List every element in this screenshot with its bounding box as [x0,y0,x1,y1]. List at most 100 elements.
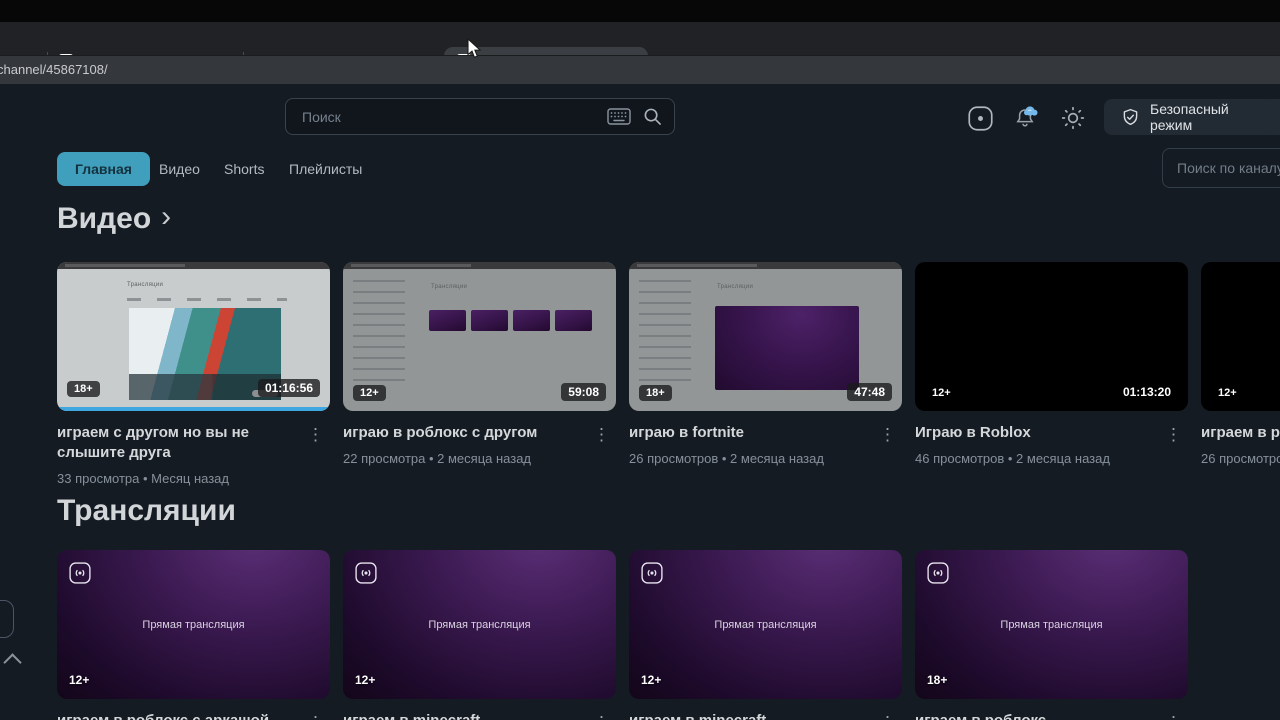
stream-thumbnail[interactable]: Прямая трансляция 12+ [629,550,902,699]
video-thumbnail[interactable]: Трансляции 18+ 47:48 [629,262,902,411]
browser-tab-bar: × R Трансляции × S Трансляции - Студия R… [0,22,1280,77]
record-square-icon[interactable] [966,104,994,132]
stream-overlay-label: Прямая трансляция [714,618,817,631]
edge-widget-button[interactable] [0,600,14,638]
age-badge: 12+ [353,385,386,401]
live-broadcast-icon [641,562,663,584]
mock-tabs [127,298,287,301]
stream-title[interactable]: играем в роблокс с аркашой [57,711,295,720]
video-card: Трансляции 12+ 59:08 играю в роблокс с д… [343,262,616,466]
kebab-menu-icon[interactable]: ⋮ [879,714,896,720]
screen: × R Трансляции × S Трансляции - Студия R… [0,0,1280,720]
mock-stream-preview [715,306,859,390]
thumb-micro-text: Трансляции [127,282,164,288]
mock-browser-strip [343,262,616,269]
kebab-menu-icon[interactable]: ⋮ [1165,426,1182,443]
shield-check-icon [1120,107,1141,128]
mock-stream-grid [429,310,592,331]
thumb-micro-text: Трансляции [717,284,754,290]
channel-tab-playlists[interactable]: Плейлисты [271,152,380,186]
channel-tab-glavnaya[interactable]: Главная [57,152,150,186]
mouse-cursor [467,38,482,59]
mock-sidebar [353,280,405,390]
channel-search-input[interactable] [1163,149,1280,187]
browser-address-bar[interactable]: channel/45867108/ [0,55,1280,84]
mock-browser-strip [57,262,330,269]
duration-badge: 01:16:56 [257,379,320,397]
video-card: 12+ играем в ро 26 просмотро [1201,262,1280,466]
safe-mode-button[interactable]: Безопасный режим [1104,99,1280,135]
live-broadcast-icon [355,562,377,584]
age-badge: 12+ [1218,387,1237,399]
chevron-up-icon[interactable] [3,653,22,672]
kebab-menu-icon[interactable]: ⋮ [307,714,324,720]
section-streams-heading: Трансляции [57,494,236,528]
header-partial-button[interactable] [1262,99,1280,135]
stream-overlay-label: Прямая трансляция [142,618,245,631]
video-thumbnail[interactable]: Трансляции 12+ 59:08 [343,262,616,411]
stream-card: Прямая трансляция 12+ играем в minecraft… [629,550,902,720]
kebab-menu-icon[interactable]: ⋮ [879,426,896,443]
age-badge: 18+ [67,381,100,397]
video-title[interactable]: играю в роблокс с другом [343,423,581,443]
theme-sun-icon[interactable] [1059,104,1086,131]
stream-title[interactable]: играем в роблокс [915,711,1153,720]
age-badge: 12+ [932,387,951,399]
video-card: 12+ 01:13:20 Играю в Roblox 46 просмотро… [915,262,1188,466]
window-top-strip [0,0,1280,22]
video-meta: 26 просмотро [1201,451,1280,466]
video-card: Трансляции 18+ 47:48 играю в fortnite 26… [629,262,902,466]
channel-search[interactable] [1162,148,1280,188]
stream-overlay-label: Прямая трансляция [1000,618,1103,631]
video-title[interactable]: Играю в Roblox [915,423,1153,443]
video-meta: 26 просмотров • 2 месяца назад [629,451,824,466]
search-icon[interactable] [643,107,662,126]
video-thumbnail[interactable]: 12+ [1201,262,1280,411]
mock-browser-strip [629,262,902,269]
chevron-right-icon[interactable]: › [161,200,171,234]
video-meta: 33 просмотра • Месяц назад [57,471,229,486]
video-thumbnail[interactable]: Трансляции 18+ 01:16:56 [57,262,330,411]
keyboard-icon[interactable] [607,108,631,125]
section-title: Трансляции [57,494,236,527]
rutube-page: Безопасный режим Главная Видео Shorts Пл… [0,84,1280,720]
video-title[interactable]: играем с другом но вы не слышите друга [57,423,295,463]
mock-sidebar [639,280,691,390]
video-title[interactable]: играем в ро [1201,423,1280,443]
age-badge: 12+ [355,673,376,687]
age-badge: 12+ [641,673,662,687]
stream-thumbnail[interactable]: Прямая трансляция 12+ [57,550,330,699]
notifications-bell-icon[interactable] [1012,104,1042,132]
video-thumbnail[interactable]: 12+ 01:13:20 [915,262,1188,411]
age-badge: 12+ [69,673,90,687]
duration-badge: 59:08 [561,383,606,401]
kebab-menu-icon[interactable]: ⋮ [593,426,610,443]
site-search[interactable] [285,98,675,135]
stream-card: Прямая трансляция 12+ играем в minecraft… [343,550,616,720]
video-meta: 22 просмотра • 2 месяца назад [343,451,532,466]
kebab-menu-icon[interactable]: ⋮ [1165,714,1182,720]
safe-mode-label: Безопасный режим [1150,101,1229,133]
video-meta: 46 просмотров • 2 месяца назад [915,451,1110,466]
duration-badge: 01:13:20 [1122,385,1171,399]
thumb-micro-text: Трансляции [431,284,468,290]
duration-badge: 47:48 [847,383,892,401]
stream-thumbnail[interactable]: Прямая трансляция 18+ [915,550,1188,699]
stream-title[interactable]: играем в minecraft [343,711,581,720]
url-text: channel/45867108/ [0,62,108,77]
stream-overlay-label: Прямая трансляция [428,618,531,631]
watch-progress-bar [57,407,330,411]
video-title[interactable]: играю в fortnite [629,423,867,443]
kebab-menu-icon[interactable]: ⋮ [307,426,324,443]
video-card: Трансляции 18+ 01:16:56 играем с другом … [57,262,330,486]
stream-thumbnail[interactable]: Прямая трансляция 12+ [343,550,616,699]
search-input[interactable] [286,108,607,125]
age-badge: 18+ [927,673,948,687]
section-title[interactable]: Видео [57,202,151,236]
kebab-menu-icon[interactable]: ⋮ [593,714,610,720]
age-badge: 18+ [639,385,672,401]
stream-title[interactable]: играем в minecraft [629,711,867,720]
section-videos-heading[interactable]: Видео › [57,200,171,236]
stream-card: Прямая трансляция 18+ играем в роблокс ⋮ [915,550,1188,720]
stream-card: Прямая трансляция 12+ играем в роблокс с… [57,550,330,720]
